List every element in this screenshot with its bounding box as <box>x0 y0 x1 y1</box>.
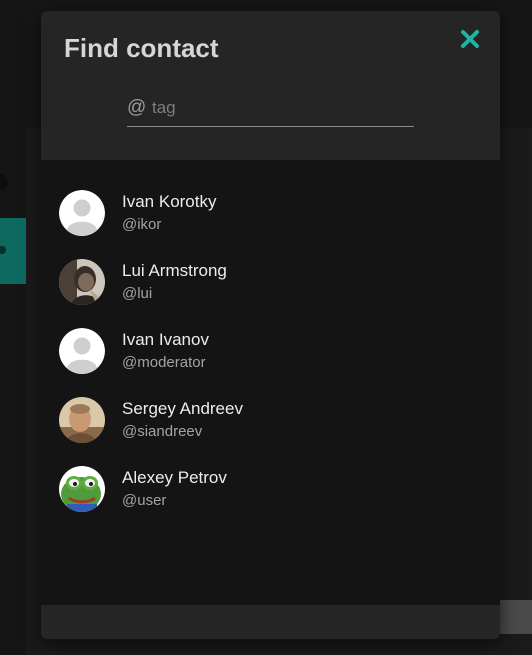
list-item[interactable]: Ivan Korotky @ikor <box>41 180 500 249</box>
default-avatar-icon <box>59 328 105 374</box>
find-contact-modal: Find contact @ Ivan Korotky @ikor <box>41 11 500 639</box>
close-icon <box>461 30 479 48</box>
contact-tag: @siandreev <box>122 423 203 440</box>
search-input[interactable] <box>152 95 407 121</box>
search-field: @ <box>127 93 414 127</box>
avatar <box>59 397 105 443</box>
list-item[interactable]: Ivan Ivanov @moderator <box>41 318 500 387</box>
photo-avatar-icon <box>59 259 105 305</box>
contact-name: Ivan Korotky <box>122 192 217 211</box>
close-button[interactable] <box>456 25 484 53</box>
avatar <box>59 466 105 512</box>
at-icon: @ <box>127 97 147 118</box>
contact-tag: @lui <box>122 285 153 302</box>
photo-avatar-icon <box>59 397 105 443</box>
contact-name: Sergey Andreev <box>122 399 243 418</box>
contact-list: Ivan Korotky @ikor Lui Armstrong @lui Iv… <box>41 180 500 525</box>
contact-name: Lui Armstrong <box>122 261 227 280</box>
contact-name: Ivan Ivanov <box>122 330 209 349</box>
default-avatar-icon <box>59 190 105 236</box>
modal-footer <box>41 605 500 639</box>
contact-name: Alexey Petrov <box>122 468 227 487</box>
avatar <box>59 328 105 374</box>
list-item[interactable]: Lui Armstrong @lui <box>41 249 500 318</box>
avatar <box>59 259 105 305</box>
list-item[interactable]: Sergey Andreev @siandreev <box>41 387 500 456</box>
frog-avatar-icon <box>59 466 105 512</box>
background-input-area <box>500 600 532 634</box>
contact-tag: @user <box>122 492 167 509</box>
modal-header: Find contact @ <box>41 11 500 160</box>
background-sidebar <box>0 0 26 655</box>
contact-tag: @ikor <box>122 216 162 233</box>
avatar <box>59 190 105 236</box>
contact-tag: @moderator <box>122 354 206 371</box>
list-item[interactable]: Alexey Petrov @user <box>41 456 500 525</box>
modal-title: Find contact <box>64 33 219 63</box>
